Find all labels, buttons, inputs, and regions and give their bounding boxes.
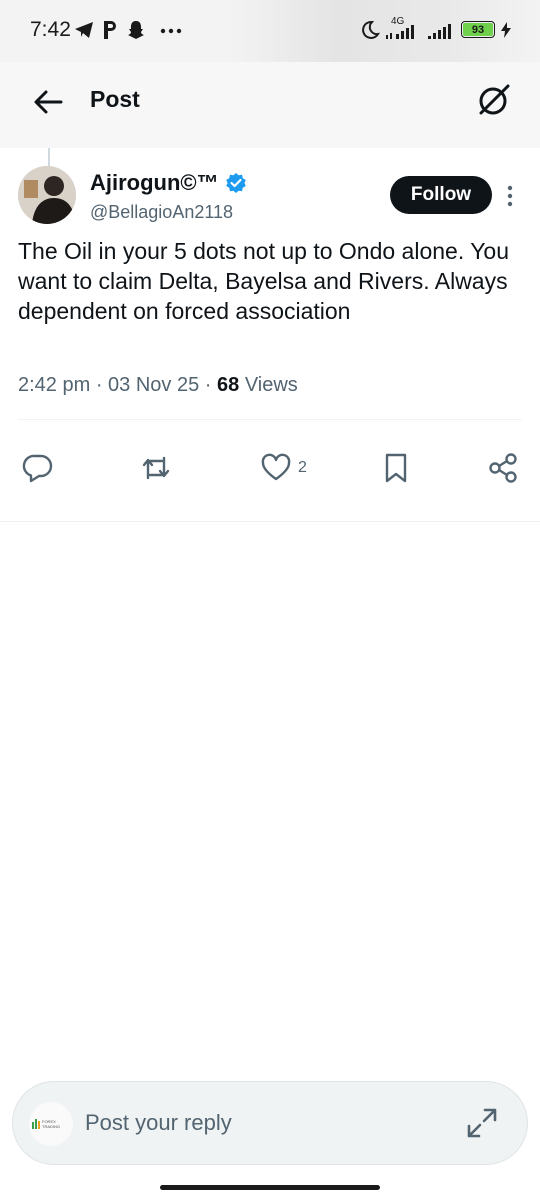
reply-button[interactable] [22, 451, 54, 485]
reply-composer[interactable]: FOREX TRADING Post your reply [12, 1081, 528, 1165]
signal-icon [386, 25, 414, 39]
follow-button[interactable]: Follow [390, 176, 492, 214]
back-arrow-icon[interactable] [30, 84, 66, 120]
author-display-name[interactable]: Ajirogun©™ [90, 170, 219, 196]
avatar[interactable] [18, 166, 76, 224]
battery-level: 93 [471, 23, 485, 36]
share-icon [489, 453, 517, 483]
telegram-icon [75, 22, 93, 38]
more-notifications-icon [160, 28, 182, 34]
reply-input-placeholder[interactable]: Post your reply [85, 1110, 232, 1136]
author-handle[interactable]: @BellagioAn2118 [90, 202, 233, 223]
bookmark-icon [385, 453, 407, 483]
moon-icon [362, 20, 380, 39]
expand-icon[interactable] [465, 1106, 499, 1140]
page-title: Post [90, 86, 140, 112]
share-button[interactable] [487, 451, 519, 485]
charging-icon [501, 22, 511, 38]
divider [18, 419, 522, 420]
snapchat-icon [128, 21, 144, 39]
status-bar: 7:42 4G 93 [0, 0, 540, 62]
verified-badge-icon [225, 173, 246, 193]
views-label: Views [244, 374, 298, 396]
thread-line [48, 148, 50, 166]
more-options-icon[interactable] [500, 184, 520, 208]
repost-button[interactable] [140, 451, 172, 485]
tweet-meta: 2:42 pm · 03 Nov 25 · 68 Views [18, 374, 298, 397]
signal-icon-2 [428, 24, 451, 39]
tweet-date[interactable]: 03 Nov 25 [108, 374, 199, 396]
repost-icon [142, 456, 170, 480]
status-time: 7:42 [30, 18, 71, 41]
forex-logo-icon: FOREX TRADING [32, 1119, 60, 1129]
top-bar: Post [0, 62, 540, 148]
svg-text:TRADING: TRADING [42, 1124, 60, 1129]
like-count: 2 [298, 459, 307, 476]
p-app-icon [104, 21, 116, 39]
home-indicator[interactable] [160, 1185, 380, 1190]
tweet-time[interactable]: 2:42 pm [18, 374, 90, 396]
views-count: 68 [217, 374, 240, 396]
tweet-text: The Oil in your 5 dots not up to Ondo al… [18, 238, 510, 324]
author-name-row[interactable]: Ajirogun©™ [90, 170, 247, 196]
battery-indicator: 93 [461, 21, 495, 38]
heart-icon [261, 453, 291, 481]
grok-icon[interactable] [472, 80, 514, 122]
meta-separator: · [204, 374, 217, 396]
reply-avatar: FOREX TRADING [29, 1102, 73, 1146]
like-button[interactable]: 2 [260, 451, 307, 485]
divider [0, 521, 540, 522]
avatar-photo [18, 166, 76, 224]
bookmark-button[interactable] [380, 451, 412, 485]
meta-separator: · [95, 374, 109, 396]
comment-icon [22, 454, 53, 483]
